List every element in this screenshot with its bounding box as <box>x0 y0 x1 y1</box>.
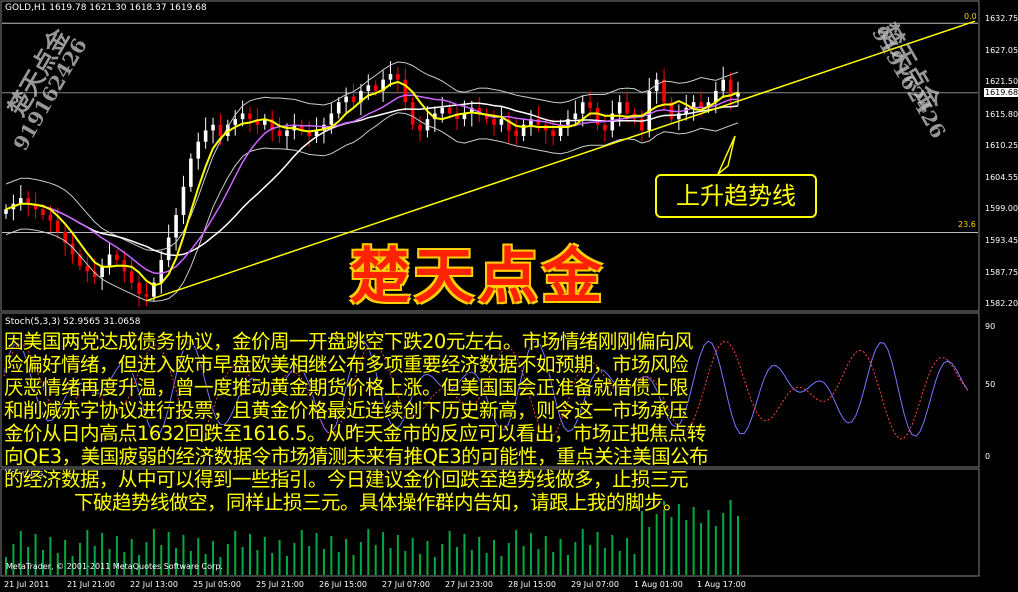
price-tick-label: 1621.50 <box>985 77 1018 87</box>
commentary-line: 向QE3，美国疲弱的经济数据令市场猜测未来有推QE3的可能性，重点关注美国公布 <box>4 445 709 468</box>
price-candle <box>4 209 8 214</box>
price-candle <box>551 130 555 137</box>
price-candle <box>447 107 452 114</box>
market-commentary: 因美国两党达成债务协议，金价周一开盘跳空下跌20元左右。市场情绪刚刚偏向风 险偏… <box>4 330 1004 514</box>
price-candle <box>492 119 496 125</box>
price-candle <box>144 293 149 297</box>
time-tick-label: 1 Aug 17:00 <box>697 580 746 589</box>
commentary-line: 金价从日内高点1632回跌至1616.5。从昨天金市的反应可以看出，市场正把焦点… <box>4 422 706 445</box>
stoch-tick-label: 90 <box>985 322 996 331</box>
price-candle <box>617 102 622 114</box>
price-candle <box>189 158 193 187</box>
price-tick-label: 1627.05 <box>985 46 1018 56</box>
price-candle <box>115 254 119 261</box>
price-candle <box>403 79 408 103</box>
price-candle <box>248 113 252 120</box>
price-tick-label: 1593.45 <box>985 235 1018 245</box>
commentary-line: 和削减赤字协议进行投票，且黄金价格最近连续创下历史新高，则令这一市场承压 <box>4 399 689 422</box>
time-tick-label: 27 Jul 07:00 <box>382 580 430 589</box>
price-candle <box>536 119 541 125</box>
current-price-label: 1619.68 <box>984 88 1018 97</box>
price-tick-label: 1610.25 <box>985 140 1018 150</box>
price-candle <box>181 186 186 215</box>
price-candle <box>137 282 141 294</box>
copyright-text: MetaTrader, © 2001-2011 MetaQuotes Softw… <box>6 562 223 571</box>
time-tick-label: 27 Jul 23:00 <box>445 580 493 589</box>
price-tick-label: 1632.75 <box>985 14 1018 24</box>
price-candle <box>211 124 215 131</box>
commentary-line: 的经济数据，从中可以得到一些指引。今日建议金价回跌至趋势线做多，止损三元 <box>4 468 689 491</box>
commentary-line: 下破趋势线做空，同样止损三元。具体操作群内告知，请跟上我的脚步。 <box>74 491 683 514</box>
price-candle <box>396 74 400 80</box>
time-tick-label: 22 Jul 13:00 <box>130 580 178 589</box>
price-candle <box>721 79 726 91</box>
price-candle <box>285 130 289 137</box>
price-candle <box>196 141 201 159</box>
time-tick-label: 28 Jul 15:00 <box>508 580 556 589</box>
price-candle <box>203 130 208 142</box>
price-candle <box>580 102 585 114</box>
price-candle <box>159 260 164 283</box>
time-tick-label: 25 Jul 21:00 <box>256 580 304 589</box>
price-tick-label: 1604.55 <box>985 173 1018 183</box>
commentary-line: 险偏好情绪，但进入欧市早盘欧美相继公布多项重要经济数据不如预期，市场风险 <box>4 353 689 376</box>
price-candle <box>233 119 238 125</box>
symbol-info: GOLD,H1 1619.78 1621.30 1618.37 1619.68 <box>5 3 207 13</box>
price-candle <box>366 85 371 91</box>
price-candle <box>344 96 348 103</box>
bollinger-upper <box>5 61 739 252</box>
price-candle <box>625 102 629 114</box>
price-candle <box>329 113 334 125</box>
price-candle <box>499 119 504 125</box>
fib-level-label: 0.0 <box>964 12 977 21</box>
commentary-line: 因美国两党达成债务协议，金价周一开盘跳空下跌20元左右。市场情绪刚刚偏向风 <box>4 330 693 353</box>
price-candle <box>603 124 607 131</box>
price-candle <box>107 254 112 266</box>
price-candle <box>240 113 245 120</box>
stoch-info: Stoch(5,3,3) 52.9565 31.0658 <box>5 317 141 327</box>
price-candle <box>351 96 356 103</box>
price-candle <box>166 237 171 261</box>
price-candle <box>41 209 45 215</box>
time-tick-label: 26 Jul 15:00 <box>319 580 367 589</box>
price-candle <box>440 107 445 114</box>
stoch-tick-label: 0 <box>985 452 991 461</box>
time-tick-label: 21 Jul 2011 <box>4 580 50 589</box>
price-candle <box>218 124 223 137</box>
price-candle <box>277 130 282 137</box>
price-candle <box>336 102 341 114</box>
time-tick-label: 21 Jul 21:00 <box>67 580 115 589</box>
price-candle <box>85 265 90 272</box>
time-tick-label: 25 Jul 05:00 <box>193 580 241 589</box>
price-candle <box>566 119 570 125</box>
trendline-label: 上升趋势线 <box>655 174 817 218</box>
time-tick-label: 1 Aug 01:00 <box>634 580 683 589</box>
price-tick-label: 1599.00 <box>985 204 1018 214</box>
price-candle <box>129 271 134 283</box>
price-candle <box>55 220 60 232</box>
price-candle <box>418 124 422 131</box>
price-candle <box>514 130 518 137</box>
price-candle <box>588 102 592 108</box>
price-candle <box>662 79 666 103</box>
price-candle <box>48 214 53 221</box>
price-candle <box>410 102 415 125</box>
price-tick-label: 1587.75 <box>985 267 1018 277</box>
stoch-tick-label: 50 <box>985 380 996 389</box>
brand-overlay-title: 楚天点金 <box>350 242 606 312</box>
price-candle <box>573 113 578 120</box>
time-tick-label: 29 Jul 07:00 <box>571 580 619 589</box>
price-candle <box>388 74 393 80</box>
price-candle <box>174 214 178 238</box>
fib-level-label: 23.6 <box>958 220 976 229</box>
price-tick-label: 1582.20 <box>985 299 1018 309</box>
price-candle <box>373 85 378 91</box>
trendline-arrow <box>717 135 736 175</box>
commentary-line: 厌恶情绪再度升温，曾一度推动黄金期货价格上涨。但美国国会正准备就借债上限 <box>4 376 689 399</box>
price-tick-label: 1615.80 <box>985 109 1018 119</box>
